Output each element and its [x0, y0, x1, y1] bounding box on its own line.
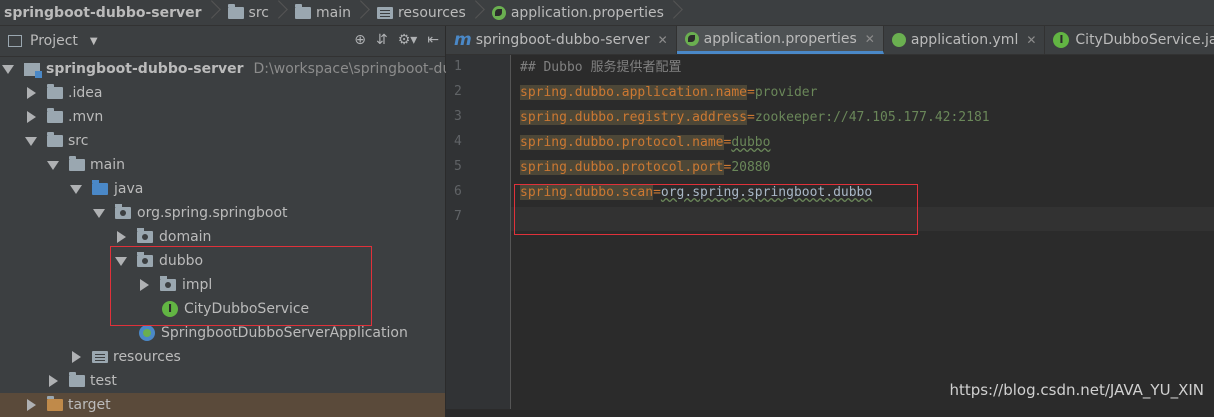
expand-arrow-icon[interactable] — [47, 160, 59, 170]
code-line: spring.dubbo.application.name=provider — [520, 85, 818, 100]
expand-arrow-icon[interactable] — [93, 208, 105, 218]
expand-arrow-icon[interactable] — [2, 64, 14, 74]
resources-folder-icon — [92, 351, 108, 363]
tab-citydubboservice[interactable]: I CityDubboService.java — [1045, 26, 1214, 54]
breadcrumb-item-src[interactable]: src — [224, 0, 291, 25]
package-icon — [115, 204, 131, 219]
project-icon — [8, 35, 22, 47]
folder-icon — [47, 132, 63, 147]
tree-item-mvn[interactable]: .mvn — [25, 105, 103, 129]
code-line: spring.dubbo.protocol.name=dubbo — [520, 135, 771, 150]
tab-pom[interactable]: m springboot-dubbo-server ✕ — [446, 26, 677, 54]
folder-icon — [294, 3, 311, 19]
line-number: 3 — [454, 109, 462, 124]
line-number: 6 — [454, 184, 462, 199]
chevron-right-icon — [472, 0, 482, 25]
line-number-gutter: 1 2 3 4 5 6 7 — [446, 55, 511, 409]
module-icon — [24, 62, 42, 78]
breadcrumb-item-resources[interactable]: resources — [373, 0, 488, 25]
breadcrumb-item-file[interactable]: application.properties — [488, 0, 686, 25]
folder-icon — [47, 84, 63, 99]
collapse-arrow-icon[interactable] — [27, 399, 36, 411]
excluded-folder-icon — [47, 396, 63, 411]
folder-icon — [69, 372, 85, 387]
close-icon[interactable]: ✕ — [658, 33, 668, 47]
tab-application-yml[interactable]: application.yml ✕ — [884, 26, 1046, 54]
breadcrumb-item-main[interactable]: main — [291, 0, 373, 25]
tree-item-src[interactable]: src — [25, 129, 88, 153]
close-icon[interactable]: ✕ — [865, 32, 875, 46]
hide-panel-icon[interactable]: ⇤ — [427, 32, 439, 48]
collapse-arrow-icon[interactable] — [49, 375, 58, 387]
collapse-arrow-icon[interactable] — [27, 111, 36, 123]
code-line: spring.dubbo.protocol.port=20880 — [520, 160, 771, 175]
tree-item-java[interactable]: java — [70, 177, 143, 201]
spring-leaf-icon — [891, 33, 906, 47]
chevron-right-icon — [670, 0, 680, 25]
spring-leaf-icon — [684, 31, 699, 46]
line-number: 2 — [454, 84, 462, 99]
line-number: 4 — [454, 134, 462, 149]
tree-item-package-root[interactable]: org.spring.springboot — [93, 201, 288, 225]
maven-icon: m — [454, 30, 472, 50]
close-icon[interactable]: ✕ — [1026, 33, 1036, 47]
expand-arrow-icon[interactable] — [25, 136, 37, 146]
code-line: spring.dubbo.registry.address=zookeeper:… — [520, 110, 990, 125]
tree-item-test[interactable]: test — [47, 369, 117, 393]
line-number: 5 — [454, 159, 462, 174]
project-panel: Project ▼ ⊕ ⇵ ⚙▾ ⇤ springboot-dubbo-serv… — [0, 26, 478, 417]
highlight-box-scan-config — [514, 184, 918, 235]
folder-icon — [227, 3, 244, 19]
chevron-right-icon — [275, 0, 285, 25]
line-number: 1 — [454, 59, 462, 74]
collapse-arrow-icon[interactable] — [27, 87, 36, 99]
interface-icon: I — [1053, 32, 1070, 48]
chevron-down-icon[interactable]: ▼ — [90, 36, 98, 47]
line-number: 7 — [454, 209, 462, 224]
tab-application-properties[interactable]: application.properties ✕ — [676, 26, 884, 54]
project-view-selector[interactable]: Project — [30, 33, 78, 49]
code-editor[interactable]: ## Dubbo 服务提供者配置 spring.dubbo.applicatio… — [511, 55, 1214, 409]
highlight-box-dubbo-package — [110, 246, 372, 326]
expand-arrow-icon[interactable] — [70, 184, 82, 194]
tree-item-resources[interactable]: resources — [70, 345, 181, 369]
collapse-arrow-icon[interactable] — [72, 351, 81, 363]
source-folder-icon — [92, 180, 108, 195]
tree-item-idea[interactable]: .idea — [25, 81, 102, 105]
spring-leaf-icon — [491, 5, 506, 20]
chevron-right-icon — [357, 0, 367, 25]
locate-icon[interactable]: ⊕ — [354, 32, 366, 48]
gear-icon[interactable]: ⚙▾ — [398, 32, 418, 48]
editor-tabs: m springboot-dubbo-server ✕ application.… — [446, 26, 1214, 55]
breadcrumb-item-project[interactable]: springboot-dubbo-server — [0, 0, 224, 25]
project-toolbar: ⊕ ⇵ ⚙▾ ⇤ — [354, 32, 439, 48]
spring-boot-class-icon — [139, 325, 155, 341]
resources-folder-icon — [376, 6, 393, 19]
watermark: https://blog.csdn.net/JAVA_YU_XIN — [949, 381, 1204, 399]
code-line: ## Dubbo 服务提供者配置 — [520, 60, 682, 75]
collapse-all-icon[interactable]: ⇵ — [376, 32, 388, 48]
tree-item-target[interactable]: target — [0, 393, 445, 417]
folder-icon — [69, 156, 85, 171]
tree-item-main[interactable]: main — [47, 153, 125, 177]
breadcrumb: springboot-dubbo-server src main resourc… — [0, 0, 1214, 26]
folder-icon — [47, 108, 63, 123]
collapse-arrow-icon[interactable] — [117, 231, 126, 243]
chevron-right-icon — [208, 0, 218, 25]
package-icon — [137, 228, 153, 243]
tree-item-module[interactable]: springboot-dubbo-server D:\workspace\spr… — [2, 57, 478, 81]
